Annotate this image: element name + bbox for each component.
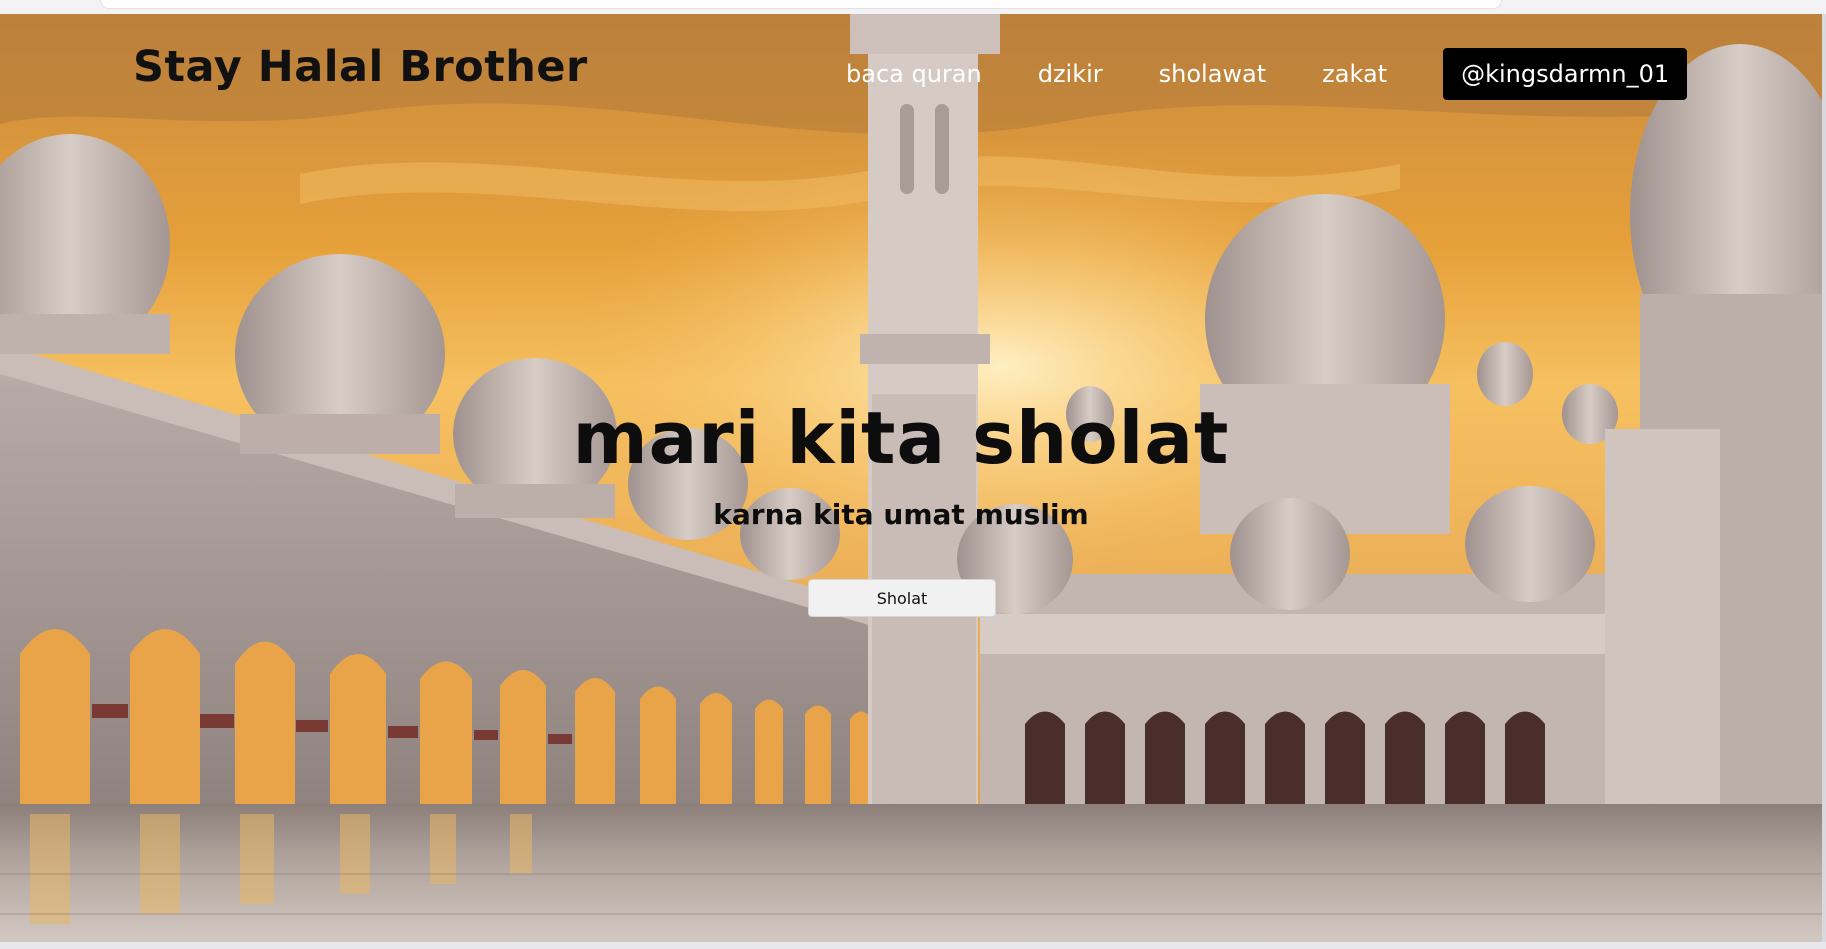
sholat-button[interactable]: Sholat (808, 579, 996, 617)
hero-subtitle: karna kita umat muslim (713, 498, 1089, 531)
hero-title: mari kita sholat (572, 396, 1230, 480)
nav-item-zakat[interactable]: zakat (1322, 48, 1387, 100)
browser-address-area (100, 0, 1502, 9)
main-nav: baca quran dzikir sholawat zakat @kingsd… (846, 48, 1688, 100)
window-edge (1822, 14, 1826, 942)
nav-item-baca-quran[interactable]: baca quran (846, 48, 982, 100)
hero-section: Stay Halal Brother baca quran dzikir sho… (0, 14, 1822, 942)
browser-top-bar (0, 0, 1826, 14)
window-bottom-edge (0, 942, 1826, 949)
nav-item-sholawat[interactable]: sholawat (1159, 48, 1267, 100)
nav-item-dzikir[interactable]: dzikir (1038, 48, 1103, 100)
social-handle-button[interactable]: @kingsdarmn_01 (1443, 48, 1688, 100)
site-brand[interactable]: Stay Halal Brother (133, 42, 588, 92)
